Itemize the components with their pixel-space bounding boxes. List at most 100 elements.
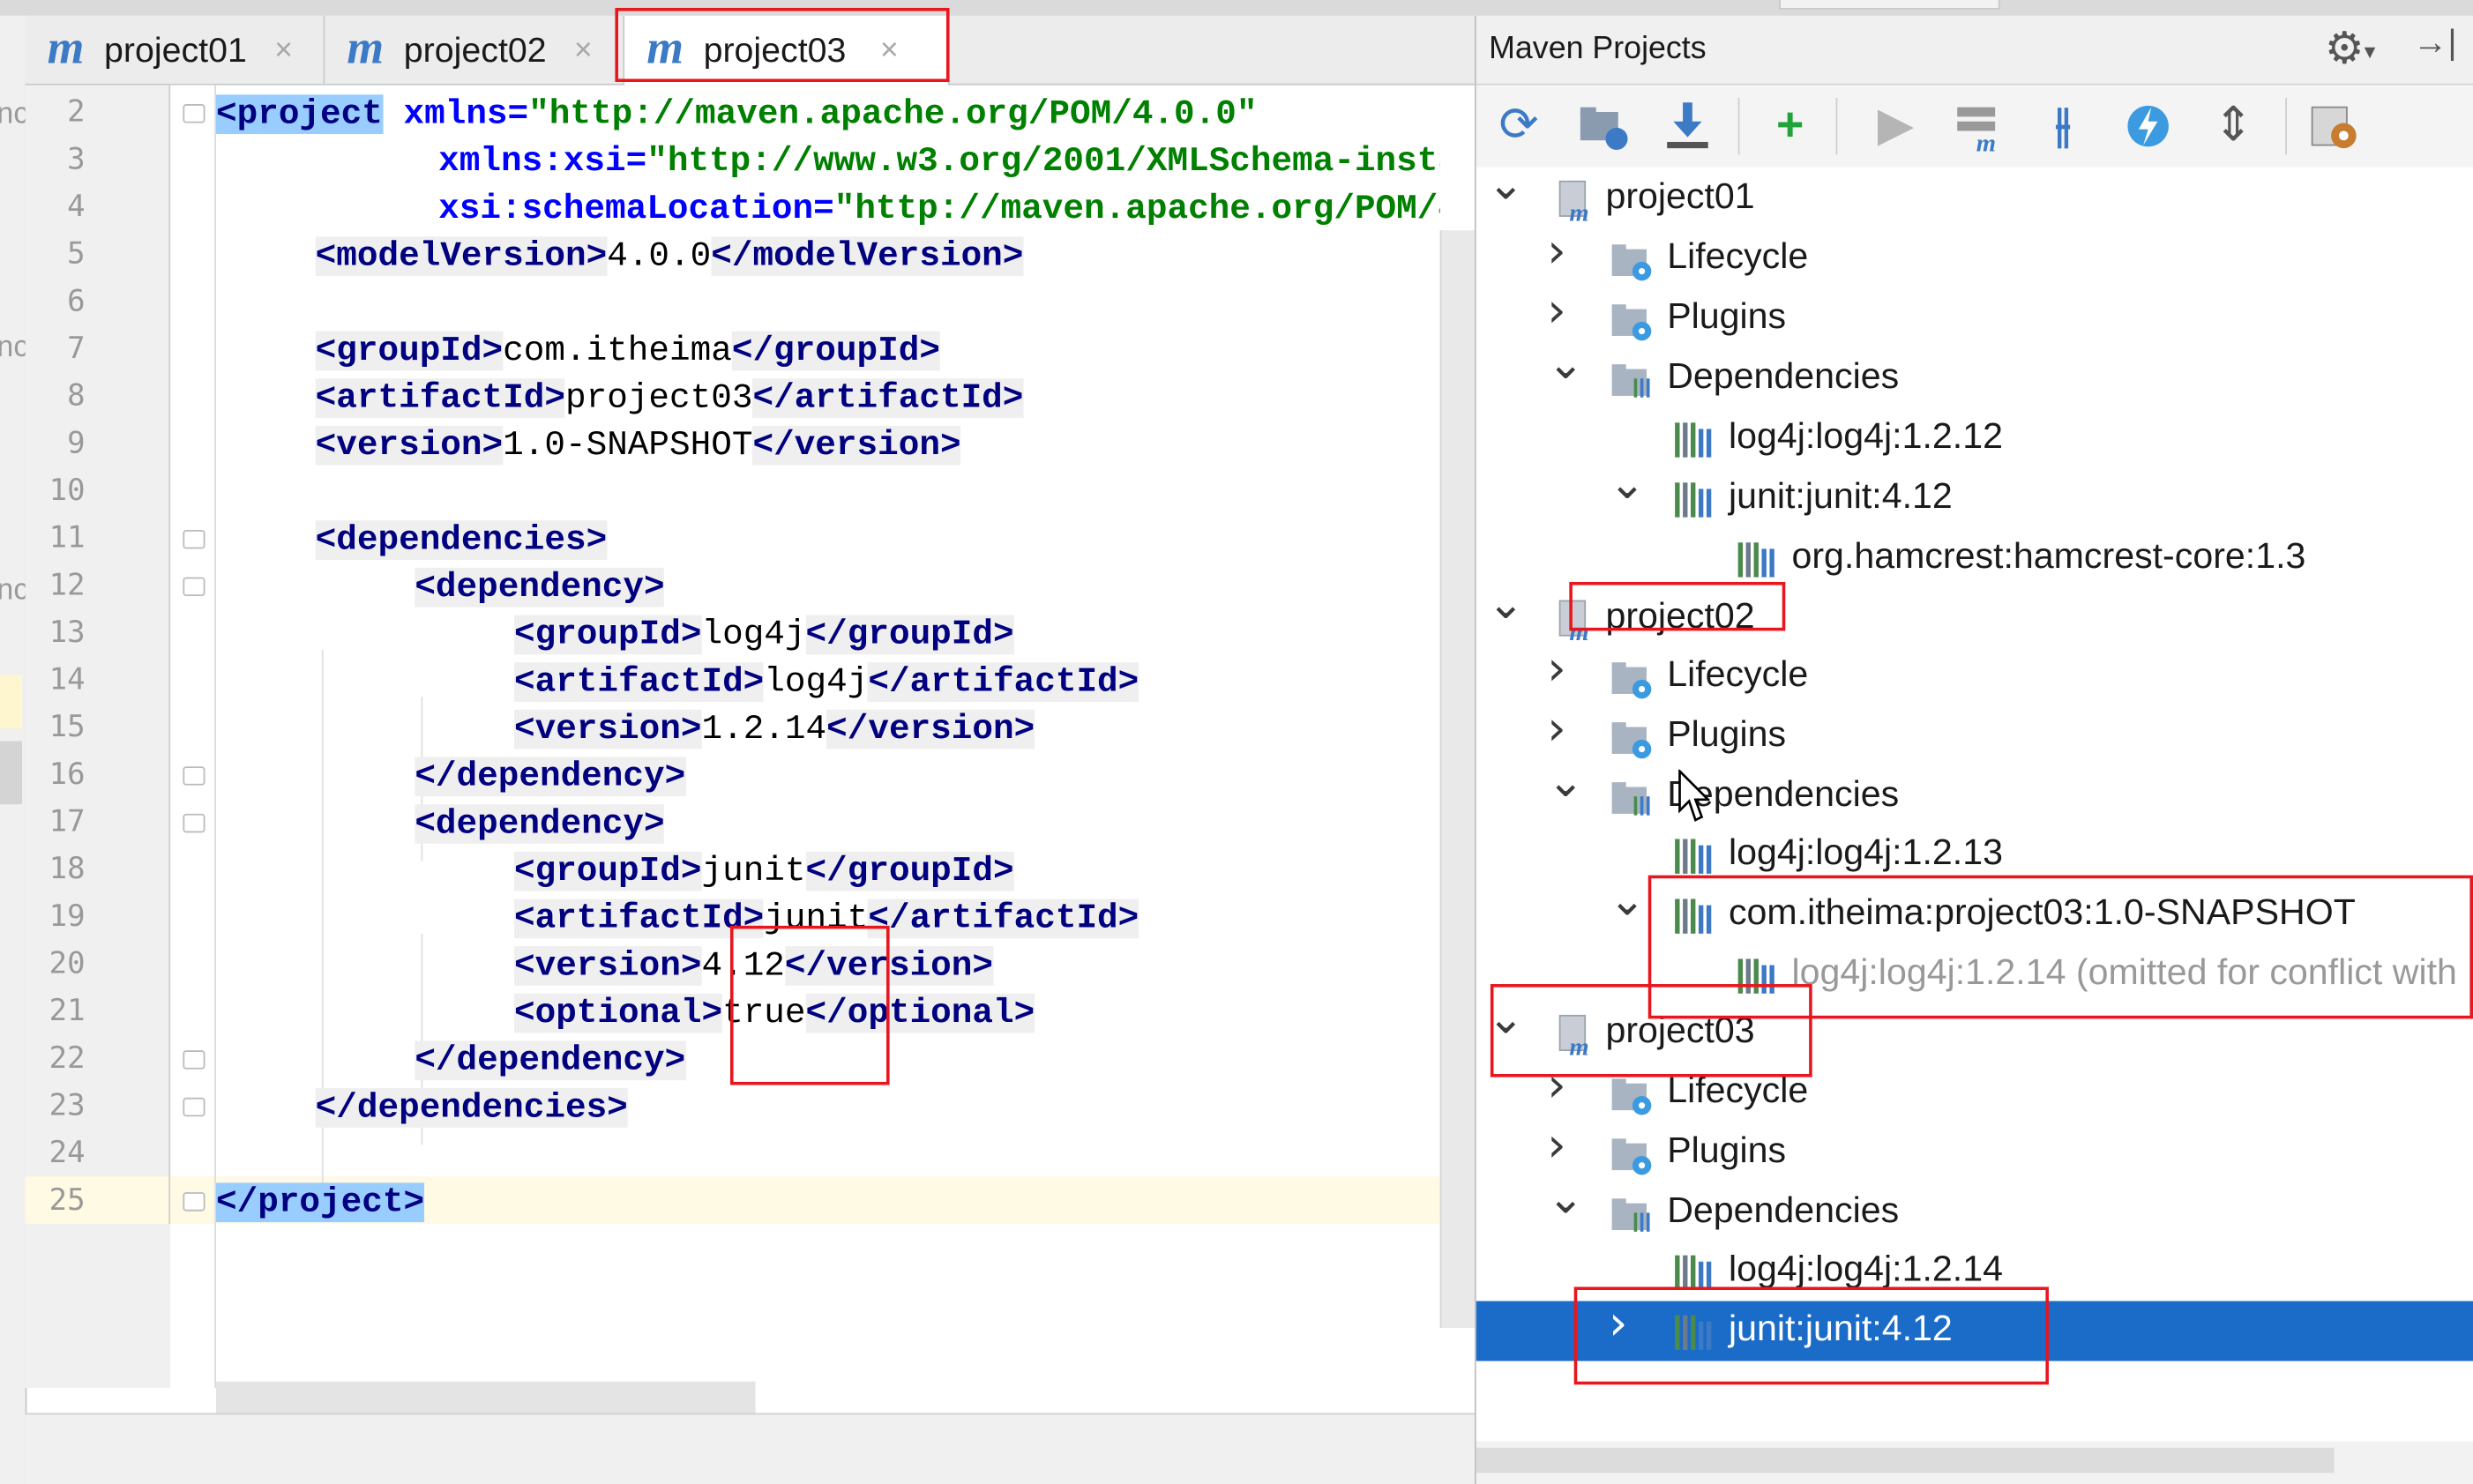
code-line: <version>1.2.14</version> [513, 709, 1035, 749]
tree-node-label: log4j:log4j:1.2.14 [1728, 1247, 2003, 1289]
line-number: 3 [67, 141, 86, 177]
fold-marker[interactable] [183, 813, 205, 833]
chevron-right-icon[interactable]: › [1547, 645, 1565, 693]
library-icon [1733, 952, 1781, 1000]
chevron-right-icon[interactable]: › [1547, 287, 1565, 335]
folder-gear-icon [1609, 236, 1656, 284]
fold-marker[interactable] [183, 577, 205, 597]
generate-sources-icon[interactable] [1573, 92, 1636, 161]
tree-node-junit-junit-4-12[interactable]: ⌄ junit:junit:4.12 [1476, 461, 2473, 528]
tab-label: project03 [703, 29, 847, 70]
tab-project01[interactable]: m project01 × [25, 15, 325, 84]
fold-marker[interactable] [183, 1097, 205, 1117]
chevron-down-icon[interactable]: ⌄ [1609, 461, 1646, 506]
line-number: 19 [49, 899, 86, 934]
tree-node-org-hamcrest-hamcrest-core-1-3[interactable]: org.hamcrest:hamcrest-core:1.3 [1476, 528, 2473, 588]
chevron-right-icon[interactable]: › [1547, 227, 1565, 275]
editor-vertical-scrollbar[interactable] [1439, 230, 1476, 1328]
editor-tab-bar: m project01 × m project02 × m project03 … [25, 15, 1476, 86]
code-line: </project> [215, 1182, 425, 1223]
code-line: <modelVersion>4.0.0</modelVersion> [315, 236, 1024, 276]
fold-marker[interactable] [183, 1050, 205, 1070]
tree-node-project03[interactable]: ⌄ m project03 [1476, 996, 2473, 1063]
chevron-right-icon[interactable]: › [1609, 1301, 1627, 1348]
fold-marker[interactable] [183, 766, 205, 786]
tree-node-label: project01 [1605, 175, 1755, 217]
add-icon[interactable]: + [1759, 92, 1822, 161]
code-editor[interactable]: <project xmlns="http://maven.apache.org/… [215, 86, 1440, 1388]
tree-node-com-itheima-project03-1-0-snapshot[interactable]: ⌄ com.itheima:project03:1.0-SNAPSHOT [1476, 877, 2473, 944]
svg-text:m: m [1976, 131, 1996, 155]
maven-m-icon: m [47, 22, 85, 75]
hide-panel-icon[interactable]: →| [2413, 22, 2457, 63]
tree-node-lifecycle[interactable]: › Lifecycle [1476, 227, 2473, 288]
chevron-down-icon[interactable]: ⌄ [1547, 1175, 1584, 1220]
tree-node-project01[interactable]: ⌄ m project01 [1476, 161, 2473, 228]
fold-marker[interactable] [183, 1192, 205, 1212]
chevron-right-icon[interactable]: › [1547, 1063, 1565, 1110]
library-icon [1670, 1249, 1718, 1297]
tree-node-dependencies[interactable]: ⌄ Dependencies [1476, 1175, 2473, 1242]
left-marker [0, 741, 23, 805]
tab-project03[interactable]: m project03 × [624, 15, 950, 86]
tree-node-label: project02 [1605, 594, 1755, 636]
library-icon [1670, 892, 1718, 940]
tree-node-plugins[interactable]: › Plugins [1476, 705, 2473, 766]
close-icon[interactable]: × [880, 34, 899, 70]
tab-project02[interactable]: m project02 × [325, 15, 625, 84]
window-top-strip [0, 0, 2473, 16]
execute-goal-icon[interactable]: m [1948, 92, 2012, 161]
chevron-down-icon[interactable]: ⌄ [1547, 759, 1584, 804]
library-icon [1733, 536, 1781, 584]
tree-node-label: Dependencies [1667, 354, 1900, 396]
svg-text:m: m [1569, 1034, 1588, 1059]
tree-node-label: log4j:log4j:1.2.14 (omitted for conflict… [1791, 951, 2473, 992]
tree-node-lifecycle[interactable]: › Lifecycle [1476, 1063, 2473, 1122]
tree-horizontal-scrollbar[interactable] [1476, 1441, 2473, 1484]
chevron-down-icon[interactable]: ⌄ [1487, 581, 1524, 626]
tree-node-junit-junit-4-12[interactable]: › junit:junit:4.12 [1476, 1301, 2473, 1361]
toggle-offline-icon[interactable]: ⫲ [2031, 92, 2095, 161]
tree-node-plugins[interactable]: › Plugins [1476, 1122, 2473, 1182]
code-line: xmlns:xsi="http://www.w3.org/2001/XMLSch… [438, 141, 1440, 182]
close-icon[interactable]: × [274, 34, 293, 70]
fold-marker[interactable] [183, 104, 205, 123]
tree-node-dependencies[interactable]: ⌄ Dependencies [1476, 759, 2473, 826]
tree-node-label: Lifecycle [1667, 1069, 1809, 1111]
skip-tests-icon[interactable] [2117, 92, 2180, 161]
code-line: </dependencies> [315, 1088, 628, 1128]
tree-node-lifecycle[interactable]: › Lifecycle [1476, 645, 2473, 706]
line-number: 9 [67, 425, 86, 461]
tree-node-label: Lifecycle [1667, 653, 1809, 694]
download-icon[interactable] [1656, 92, 1720, 161]
settings-icon[interactable] [2303, 92, 2366, 161]
fold-marker[interactable] [183, 529, 205, 549]
maven-module-icon: m [1553, 1010, 1601, 1062]
tree-node-plugins[interactable]: › Plugins [1476, 287, 2473, 348]
chevron-right-icon[interactable]: › [1547, 705, 1565, 753]
folder-gear-icon [1609, 1070, 1656, 1118]
chevron-down-icon[interactable]: ⌄ [1487, 161, 1524, 206]
tree-node-dependencies[interactable]: ⌄ Dependencies [1476, 341, 2473, 408]
run-icon[interactable]: ▶ [1864, 92, 1928, 161]
folder-gear-icon [1609, 714, 1656, 762]
line-number: 11 [49, 520, 86, 556]
tree-node-project02[interactable]: ⌄ m project02 [1476, 581, 2473, 648]
collapse-all-icon[interactable]: ⇕ [2201, 92, 2265, 161]
code-line: <groupId>junit</groupId> [513, 851, 1014, 891]
editor-bottom-area [25, 1413, 1476, 1484]
chevron-down-icon[interactable]: ⌄ [1547, 341, 1584, 386]
tree-node-label: junit:junit:4.12 [1728, 1307, 1953, 1349]
chevron-down-icon[interactable]: ⌄ [1487, 996, 1524, 1040]
editor-horizontal-scrollbar[interactable] [215, 1381, 756, 1413]
reimport-icon[interactable]: ⟳ [1487, 92, 1550, 161]
tree-node-log4j-log4j-1-2-14[interactable]: log4j:log4j:1.2.14 (omitted for conflict… [1476, 944, 2473, 1004]
gear-icon[interactable]: ⚙▾ [2325, 22, 2375, 74]
tree-node-log4j-log4j-1-2-14[interactable]: log4j:log4j:1.2.14 [1476, 1242, 2473, 1301]
chevron-down-icon[interactable]: ⌄ [1609, 877, 1646, 922]
close-icon[interactable]: × [574, 34, 593, 70]
code-line: <groupId>log4j</groupId> [513, 615, 1014, 655]
chevron-right-icon[interactable]: › [1547, 1122, 1565, 1170]
maven-module-icon: m [1553, 176, 1601, 227]
maven-module-icon: m [1553, 596, 1601, 646]
